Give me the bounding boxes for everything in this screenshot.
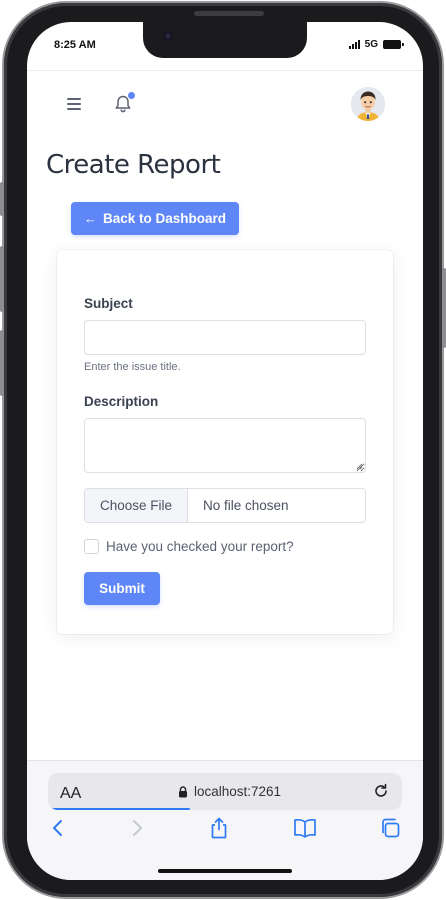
camera-icon — [163, 31, 173, 41]
address-bar[interactable]: AA localhost:7261 — [48, 773, 402, 810]
report-form-card: Subject Enter the issue title. Descripti… — [57, 250, 393, 634]
reload-icon[interactable] — [372, 782, 390, 800]
status-time: 8:25 AM — [54, 39, 96, 51]
arrow-left-icon: ← — [83, 211, 97, 226]
bookmarks-icon[interactable] — [292, 815, 318, 841]
confirm-checkbox-row[interactable]: Have you checked your report? — [84, 539, 294, 554]
network-type: 5G — [364, 39, 378, 50]
confirm-checkbox[interactable] — [84, 539, 99, 554]
tabs-icon[interactable] — [377, 815, 403, 841]
choose-file-button[interactable]: Choose File — [85, 489, 188, 522]
status-bar: 8:25 AM 5G — [27, 22, 423, 70]
phone-speaker — [194, 11, 264, 16]
page-title: Create Report — [46, 150, 221, 180]
text-size-label: AA — [60, 785, 82, 802]
page-load-progress — [50, 807, 190, 810]
app-header — [27, 71, 423, 143]
file-name-text: No file chosen — [203, 498, 289, 513]
phone-screen: 8:25 AM 5G Create Report ← Back to Dashb… — [27, 22, 423, 880]
lock-icon — [179, 785, 187, 797]
signal-icon — [348, 40, 360, 49]
description-label: Description — [84, 394, 159, 409]
home-indicator — [158, 869, 292, 873]
subject-label: Subject — [84, 296, 133, 311]
url-display[interactable]: localhost:7261 — [178, 784, 281, 799]
phone-volume-down-button — [0, 330, 4, 396]
text-size-button[interactable]: AA — [60, 785, 81, 803]
notification-dot — [128, 92, 135, 99]
description-textarea[interactable] — [84, 418, 366, 473]
bell-icon[interactable] — [114, 92, 135, 114]
hamburger-menu-icon[interactable] — [67, 98, 81, 110]
phone-power-button — [442, 268, 446, 348]
dynamic-island — [143, 22, 307, 58]
phone-volume-up-button — [0, 246, 4, 312]
user-avatar-icon[interactable] — [351, 87, 385, 121]
browser-toolbar: AA localhost:7261 — [27, 760, 423, 880]
back-button-label: Back to Dashboard — [102, 211, 227, 226]
battery-icon — [383, 40, 404, 49]
url-text: localhost:7261 — [194, 784, 282, 799]
forward-icon[interactable] — [124, 815, 150, 841]
phone-action-button — [0, 182, 4, 216]
status-indicators: 5G — [348, 39, 404, 50]
subject-hint: Enter the issue title. — [84, 361, 181, 373]
file-upload-field[interactable]: Choose File No file chosen — [84, 488, 366, 523]
confirm-checkbox-label[interactable]: Have you checked your report? — [106, 539, 294, 554]
share-icon[interactable] — [206, 815, 232, 841]
back-to-dashboard-button[interactable]: ← Back to Dashboard — [71, 202, 239, 235]
back-icon[interactable] — [45, 815, 71, 841]
subject-input[interactable] — [84, 320, 366, 355]
submit-button[interactable]: Submit — [84, 572, 160, 605]
